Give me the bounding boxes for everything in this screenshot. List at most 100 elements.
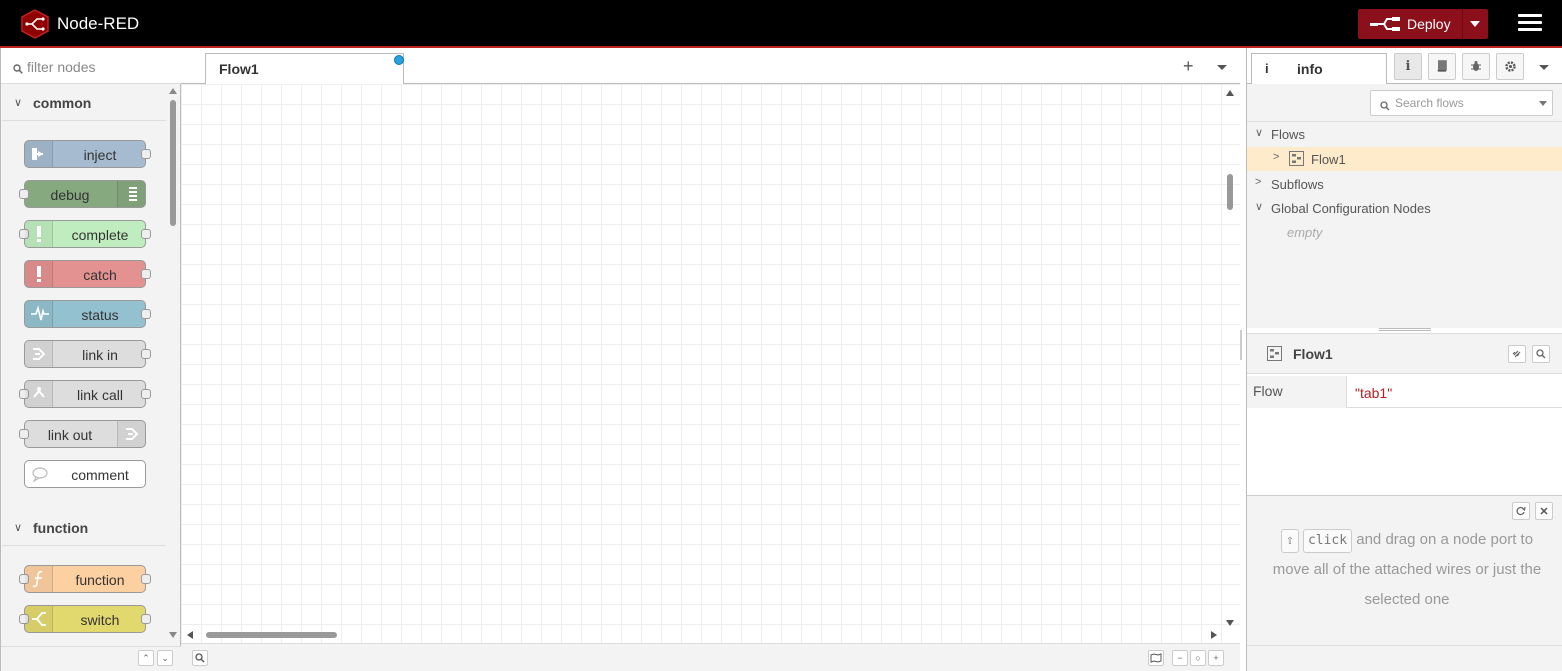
info-icon: i — [1265, 61, 1269, 76]
palette-node-comment[interactable]: comment — [24, 460, 146, 488]
palette-node-complete[interactable]: complete — [19, 220, 151, 248]
link-icon[interactable] — [1508, 345, 1526, 363]
node-label: link call — [77, 387, 123, 403]
info-property-row: Flow "tab1" — [1247, 376, 1562, 408]
search-flows-input[interactable]: Search flows — [1370, 90, 1553, 116]
canvas-horizontal-scrollbar[interactable] — [185, 630, 1225, 640]
reveal-search-icon[interactable] — [1532, 345, 1550, 363]
node-label: status — [81, 307, 119, 323]
inject-icon — [25, 141, 53, 167]
link-call-icon — [25, 381, 53, 407]
palette-node-link-out[interactable]: link out — [19, 420, 146, 448]
search-icon — [1380, 98, 1390, 114]
zoom-in-icon[interactable]: + — [1208, 650, 1224, 666]
main-menu-button[interactable] — [1518, 14, 1542, 34]
refresh-tip-icon[interactable] — [1512, 502, 1530, 520]
category-header-function[interactable]: ∨ function — [2, 510, 166, 546]
sidebar-splitter[interactable] — [1379, 328, 1431, 331]
add-flow-icon[interactable]: + — [1183, 56, 1194, 77]
flow-canvas[interactable] — [181, 84, 1240, 643]
search-icon[interactable] — [192, 650, 208, 666]
node-palette: filter nodes ∨ common inject debug compl… — [0, 48, 181, 671]
node-label: inject — [83, 147, 117, 163]
zoom-out-icon[interactable]: − — [1172, 650, 1188, 666]
node-label: complete — [71, 227, 129, 243]
palette-node-function[interactable]: function — [19, 565, 151, 593]
tab-label: Flow1 — [219, 61, 259, 77]
tab-info[interactable]: i info — [1251, 53, 1387, 85]
palette-node-status[interactable]: status — [24, 300, 151, 328]
tree-row-flows[interactable]: ∨ Flows — [1247, 122, 1562, 146]
palette-node-switch[interactable]: switch — [19, 605, 151, 633]
canvas-vertical-scrollbar[interactable] — [1225, 88, 1235, 628]
info-tab-icon[interactable]: i — [1394, 53, 1422, 80]
node-label: debug — [50, 187, 90, 203]
chevron-right-icon: > — [1255, 176, 1262, 188]
exclamation-icon — [25, 261, 53, 287]
hamburger-line — [1518, 28, 1542, 31]
output-port — [141, 149, 151, 159]
debug-bug-icon[interactable] — [1462, 53, 1490, 80]
close-icon[interactable] — [1535, 502, 1553, 520]
chevron-down-icon: ∨ — [1255, 127, 1264, 139]
deploy-button[interactable]: Deploy — [1358, 9, 1488, 39]
property-key-cell: Flow — [1247, 376, 1347, 408]
switch-icon — [25, 606, 53, 632]
output-port — [141, 269, 151, 279]
category-header-common[interactable]: ∨ common — [2, 85, 166, 121]
palette-footer: ⌃ ⌄ — [1, 646, 181, 671]
navigator-map-icon[interactable] — [1148, 650, 1164, 666]
node-label: switch — [80, 612, 120, 628]
info-panel: Flow1 Flow "tab1" — [1247, 333, 1562, 493]
output-port — [141, 349, 151, 359]
sidebar-footer — [1247, 645, 1562, 671]
workspace-footer: − ○ + — [181, 643, 1240, 671]
tab-list-menu-icon[interactable] — [1217, 65, 1227, 70]
search-options-caret-icon[interactable] — [1539, 101, 1547, 106]
deploy-label: Deploy — [1407, 16, 1451, 32]
tree-row-flow1[interactable]: > Flow1 — [1247, 147, 1562, 171]
output-port — [141, 389, 151, 399]
palette-node-link-call[interactable]: link call — [19, 380, 151, 408]
node-red-logo — [20, 9, 50, 39]
node-label: comment — [71, 467, 129, 483]
output-port — [141, 229, 151, 239]
node-label: catch — [83, 267, 117, 283]
palette-node-inject[interactable]: inject — [24, 140, 151, 168]
link-out-icon — [117, 421, 145, 447]
zoom-reset-icon[interactable]: ○ — [1190, 650, 1206, 666]
node-label: link out — [47, 427, 93, 443]
palette-node-debug[interactable]: debug — [19, 180, 146, 208]
tree-row-subflows[interactable]: > Subflows — [1247, 172, 1562, 196]
hamburger-line — [1518, 21, 1542, 24]
help-book-icon[interactable] — [1428, 53, 1456, 80]
tree-label: Global Configuration Nodes — [1271, 201, 1431, 216]
config-gear-icon[interactable] — [1496, 53, 1524, 80]
tree-label: Subflows — [1271, 177, 1324, 192]
expand-all-icon[interactable]: ⌄ — [157, 650, 173, 666]
deploy-icon — [1370, 16, 1400, 35]
palette-filter[interactable]: filter nodes — [1, 48, 181, 84]
palette-node-link-in[interactable]: link in — [24, 340, 151, 368]
palette-filter-placeholder[interactable]: filter nodes — [27, 59, 95, 75]
palette-node-catch[interactable]: catch — [24, 260, 151, 288]
sidebar-menu-caret-icon[interactable] — [1539, 65, 1549, 70]
palette-scrollbar[interactable] — [169, 88, 177, 638]
flows-tree: ∨ Flows > Flow1 > Subflows ∨ Global Conf… — [1247, 122, 1562, 328]
info-title: Flow1 — [1293, 346, 1333, 362]
category-name: common — [33, 95, 92, 111]
tab-label: info — [1297, 61, 1323, 77]
changed-indicator-icon — [394, 55, 404, 65]
output-port — [141, 574, 151, 584]
sidebar-search-row: Search flows — [1247, 84, 1562, 122]
collapse-all-icon[interactable]: ⌃ — [138, 650, 154, 666]
sidebar-resize-handle[interactable] — [1240, 330, 1242, 360]
deploy-menu-caret-icon[interactable] — [1470, 21, 1480, 27]
link-in-icon — [25, 341, 53, 367]
tree-row-global-config[interactable]: ∨ Global Configuration Nodes — [1247, 196, 1562, 220]
sidebar-tab-bar: i info i — [1247, 48, 1562, 85]
tab-flow1[interactable]: Flow1 — [205, 53, 404, 85]
category-name: function — [33, 520, 89, 536]
property-value: "tab1" — [1355, 385, 1393, 401]
flow-icon — [1289, 151, 1304, 169]
